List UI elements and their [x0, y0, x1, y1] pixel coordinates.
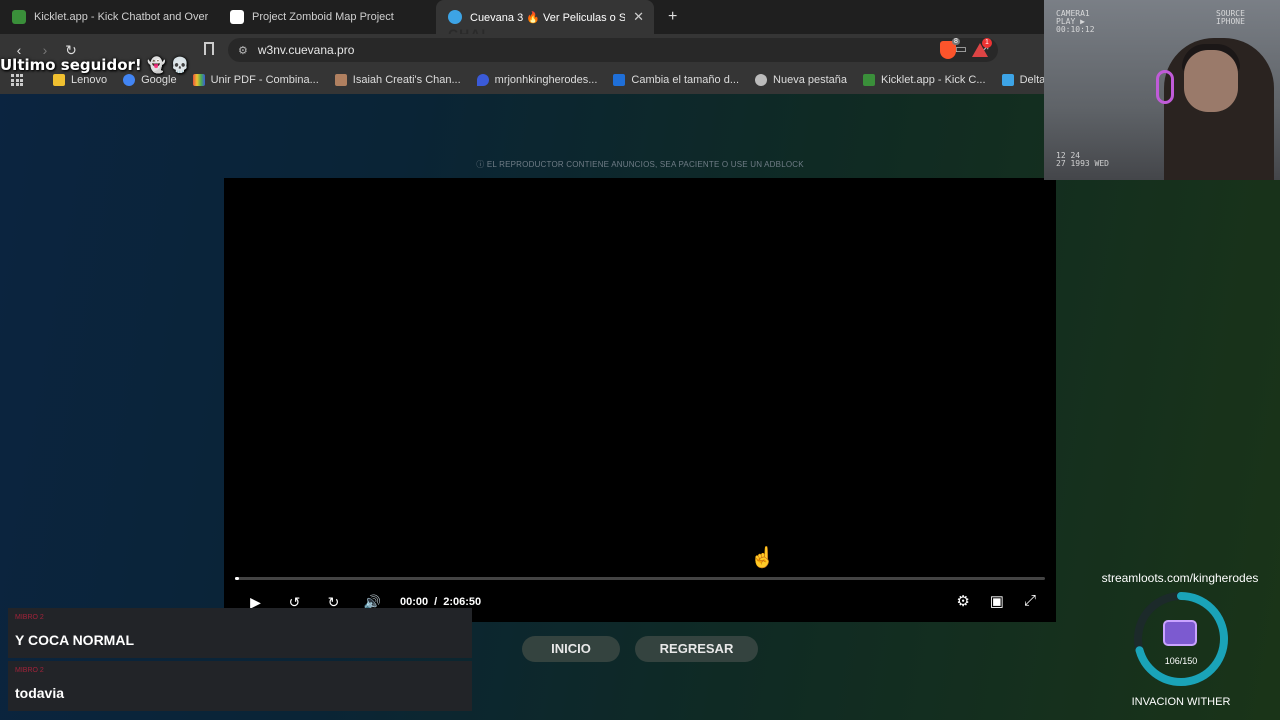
duration: 2:06:50: [443, 596, 482, 608]
seek-bar-fill: [235, 577, 240, 580]
fullscreen-icon[interactable]: ⤢: [1024, 592, 1036, 610]
url-text: w3nv.cuevana.pro: [257, 43, 355, 57]
streamloots-link: streamloots.com/kingherodes: [1101, 571, 1259, 585]
bookmark-label: Kicklet.app - Kick C...: [881, 74, 986, 86]
tab-zomboid-map[interactable]: Project Zomboid Map Project: [218, 0, 436, 34]
pdf-icon: [192, 74, 205, 86]
last-follower-overlay: Ultimo seguidor! 👻 💀: [0, 56, 190, 74]
hand-cursor-icon: ☝: [750, 547, 775, 569]
bookmark-label: Isaiah Creati's Chan...: [352, 74, 461, 86]
chat-message: MIBRO 2 Y COCA NORMAL: [8, 608, 472, 658]
tab-title: Cuevana 3 🔥 Ver Peliculas o Se: [470, 11, 626, 24]
chat-text: todavia: [15, 685, 65, 701]
webcam-osd-left: CAMERA1 PLAY ▶ 00:10:12: [1056, 9, 1095, 34]
inicio-button[interactable]: INICIO: [522, 636, 620, 662]
bookmark-label: Lenovo: [71, 74, 108, 86]
chat-text: Y COCA NORMAL: [15, 632, 134, 648]
bookmark-label: Unir PDF - Combina...: [210, 74, 319, 86]
zomboid-favicon-icon: [230, 10, 244, 24]
seek-bar[interactable]: [235, 577, 1045, 580]
time-separator: /: [434, 596, 438, 608]
tab-title: Project Zomboid Map Project: [252, 11, 394, 23]
bookmark-mrjonh[interactable]: mrjonhkingherodes...: [476, 74, 598, 86]
address-bar[interactable]: ⚙ w3nv.cuevana.pro ▭ ↗: [228, 38, 998, 62]
webcam-head: [1184, 50, 1238, 112]
bookmark-unir-pdf[interactable]: Unir PDF - Combina...: [192, 74, 319, 86]
bookmark-lenovo[interactable]: Lenovo: [53, 74, 107, 86]
bookmark-label: Nueva pestaña: [773, 74, 848, 86]
settings-gear-icon[interactable]: ⚙: [956, 592, 969, 610]
folder-icon: [53, 74, 65, 86]
globe-icon: [755, 74, 768, 86]
bookmark-label: mrjonhkingherodes...: [494, 74, 598, 86]
webcam-osd-right: SOURCE IPHONE: [1216, 9, 1245, 26]
gauge-label: INVACION WITHER: [1131, 696, 1231, 708]
new-tab-button[interactable]: +: [668, 8, 677, 26]
site-settings-icon[interactable]: ⚙: [238, 44, 248, 57]
bookmark-label: Google: [141, 74, 177, 86]
hexagon-icon: [1001, 74, 1014, 86]
brave-shield-badge: 8: [952, 38, 960, 45]
google-icon: [123, 74, 136, 86]
webcam-feed: CAMERA1 PLAY ▶ 00:10:12 SOURCE IPHONE 12…: [1044, 0, 1280, 180]
current-time: 00:00: [400, 596, 429, 608]
video-player[interactable]: ▶ ↺ ↻ 🔊 00:00 / 2:06:50 ⚙ ▣ ⤢: [224, 178, 1056, 622]
picture-in-picture-icon[interactable]: ▣: [990, 592, 1004, 610]
loot-chest-icon: [1163, 620, 1197, 646]
webcam-osd-date: 12 24 27 1993 WED: [1056, 151, 1109, 168]
cuevana-favicon-icon: [448, 10, 462, 24]
chat-username: MIBRO 2: [15, 667, 44, 674]
tab-title: Kicklet.app - Kick Chatbot and Overla: [34, 11, 208, 23]
bookmark-kicklet[interactable]: Kicklet.app - Kick C...: [863, 74, 986, 86]
kicklet-icon: [863, 74, 876, 86]
bookmark-nueva[interactable]: Nueva pestaña: [755, 74, 847, 86]
regresar-button[interactable]: REGRESAR: [635, 636, 758, 662]
rewards-badge: 1: [982, 38, 992, 48]
chat-message: MIBRO 2 todavia: [8, 661, 472, 711]
tab-kicklet[interactable]: Kicklet.app - Kick Chatbot and Overla: [0, 0, 218, 34]
channel-icon: [334, 74, 347, 86]
bookmark-google[interactable]: Google: [123, 74, 177, 86]
bookmark-icon[interactable]: [204, 42, 214, 55]
browser-tab-strip: Kicklet.app - Kick Chatbot and Overla Pr…: [0, 0, 1046, 34]
bookmark-isaiah[interactable]: Isaiah Creati's Chan...: [334, 74, 461, 86]
apps-grid-icon[interactable]: [11, 74, 23, 86]
bookmark-label: Cambia el tamaño d...: [631, 74, 740, 86]
tab-close-icon[interactable]: ✕: [633, 9, 644, 25]
headphones-icon: [1156, 70, 1174, 104]
bookmark-cambia[interactable]: Cambia el tamaño d...: [613, 74, 739, 86]
resize-icon: [613, 74, 626, 86]
chat-username: MIBRO 2: [15, 614, 44, 621]
kicklet-favicon-icon: [12, 10, 26, 24]
drop-icon: [476, 74, 489, 86]
gauge-count: 106/150: [1164, 656, 1198, 666]
